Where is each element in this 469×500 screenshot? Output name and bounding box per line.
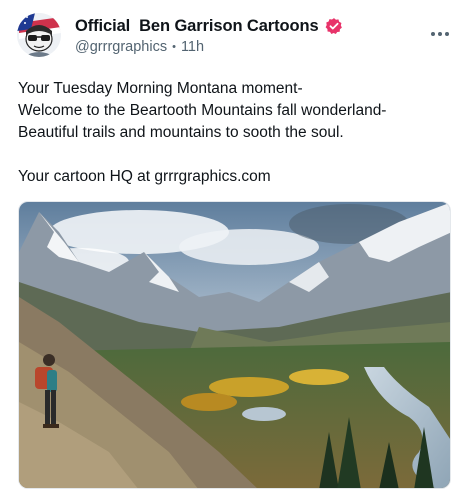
author-display-name[interactable]: Official Ben Garrison Cartoons xyxy=(75,17,319,36)
handle-row: @grrrgraphics • 11h xyxy=(75,39,343,55)
cartoon-avatar-icon[interactable] xyxy=(17,13,61,57)
post-time[interactable]: 11h xyxy=(181,39,204,55)
author-handle[interactable]: @grrrgraphics xyxy=(75,39,167,55)
post-body: Your Tuesday Morning Montana moment- Wel… xyxy=(18,78,458,188)
author-header: Official Ben Garrison Cartoons @grrrgrap… xyxy=(75,15,343,55)
post-card: Official Ben Garrison Cartoons @grrrgrap… xyxy=(0,0,469,500)
more-options-icon[interactable] xyxy=(428,24,452,44)
post-text-line: Beautiful trails and mountains to sooth … xyxy=(18,124,344,141)
name-row: Official Ben Garrison Cartoons xyxy=(75,15,343,37)
post-image[interactable] xyxy=(18,201,451,489)
separator-dot: • xyxy=(172,41,176,53)
post-text-line: Your Tuesday Morning Montana moment- xyxy=(18,80,303,97)
verified-badge-icon xyxy=(325,17,343,35)
post-text-line: Your cartoon HQ at grrrgraphics.com xyxy=(18,168,271,185)
post-text-line: Welcome to the Beartooth Mountains fall … xyxy=(18,102,387,119)
